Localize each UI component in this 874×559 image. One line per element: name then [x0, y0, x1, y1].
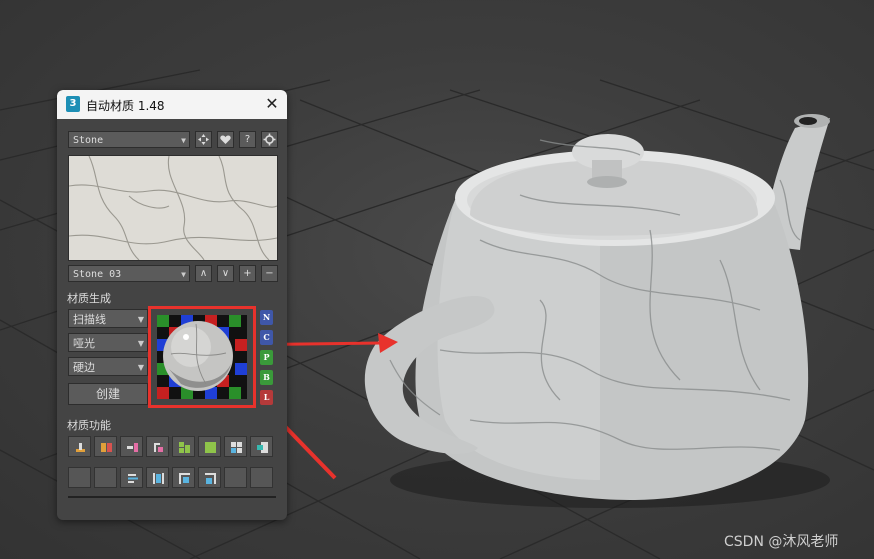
settings-button[interactable]: [261, 131, 278, 148]
color-map-button[interactable]: C: [260, 330, 273, 345]
progress-bar: [68, 496, 276, 498]
grid-blue-icon: [231, 442, 242, 453]
tool-button-9[interactable]: [120, 467, 143, 488]
tool-button-5[interactable]: [172, 436, 195, 457]
tool-button-12[interactable]: [198, 467, 221, 488]
columns-icon: [153, 473, 164, 484]
chevron-down-icon: ▼: [137, 315, 144, 324]
tool-button-8[interactable]: [250, 436, 273, 457]
renderer-value: 扫描线: [73, 313, 106, 326]
add-material-button[interactable]: +: [239, 265, 256, 282]
shading-dropdown[interactable]: 哑光 ▼: [68, 333, 148, 352]
teapot[interactable]: [364, 114, 830, 508]
tool-button-7[interactable]: [224, 436, 247, 457]
category-dropdown[interactable]: Stone ▼: [68, 131, 190, 148]
favorite-button[interactable]: [217, 131, 234, 148]
tool-button-4[interactable]: [146, 436, 169, 457]
app-icon: 3: [66, 96, 80, 112]
insert-icon: [127, 443, 138, 452]
title-bar[interactable]: 3 自动材质 1.48 ✕: [57, 90, 287, 119]
bump-map-button[interactable]: B: [260, 370, 273, 385]
category-value: Stone: [73, 135, 104, 146]
l-map-button[interactable]: L: [260, 390, 273, 405]
functions-section-label: 材质功能: [67, 419, 111, 432]
corner-icon: [154, 443, 163, 452]
tool-button-6[interactable]: [198, 436, 221, 457]
remove-material-button[interactable]: −: [261, 265, 278, 282]
align-left-icon: [128, 474, 138, 483]
tool-button-empty-2[interactable]: [94, 467, 117, 488]
split-icon: [101, 443, 112, 452]
previous-material-button[interactable]: ∧: [195, 265, 212, 282]
chevron-down-icon: ▼: [137, 339, 144, 348]
teal-block-icon: [257, 442, 268, 453]
move-icon: [198, 134, 209, 145]
normal-map-button[interactable]: N: [260, 310, 273, 325]
tool-button-empty-3[interactable]: [224, 467, 247, 488]
tool-button-empty-1[interactable]: [68, 467, 91, 488]
tool-button-1[interactable]: [68, 436, 91, 457]
material-sphere-swatch[interactable]: [148, 306, 256, 408]
tool-button-11[interactable]: [172, 467, 195, 488]
square-green-icon: [205, 442, 216, 453]
settings-icon: [263, 133, 276, 146]
tool-button-empty-4[interactable]: [250, 467, 273, 488]
next-material-button[interactable]: ∨: [217, 265, 234, 282]
renderer-dropdown[interactable]: 扫描线 ▼: [68, 309, 148, 328]
heart-icon: [220, 135, 231, 144]
create-button[interactable]: 创建: [68, 383, 148, 405]
shading-value: 哑光: [73, 337, 95, 350]
auto-material-panel: 3 自动材质 1.48 ✕ Stone ▼ ? Stone 03 ▼ ∧ ∨ +…: [57, 90, 287, 520]
watermark: CSDN @沐风老师: [724, 534, 839, 550]
tool-button-10[interactable]: [146, 467, 169, 488]
chevron-down-icon: ▼: [181, 136, 186, 145]
tool-button-2[interactable]: [94, 436, 117, 457]
generation-section-label: 材质生成: [67, 292, 111, 305]
move-button[interactable]: [195, 131, 212, 148]
close-button[interactable]: ✕: [262, 94, 282, 114]
grid-green-icon: [179, 442, 190, 453]
p-map-button[interactable]: P: [260, 350, 273, 365]
help-icon: ?: [244, 134, 251, 145]
material-value: Stone 03: [73, 269, 122, 280]
frame-icon: [179, 473, 190, 484]
help-button[interactable]: ?: [239, 131, 256, 148]
tool-button-3[interactable]: [120, 436, 143, 457]
material-dropdown[interactable]: Stone 03 ▼: [68, 265, 190, 282]
chevron-down-icon: ▼: [137, 363, 144, 372]
corner-blue-icon: [205, 473, 216, 484]
material-preview: [68, 155, 278, 261]
chevron-down-icon: ▼: [181, 270, 186, 279]
edges-value: 硬边: [73, 361, 95, 374]
align-bottom-icon: [76, 443, 85, 452]
edges-dropdown[interactable]: 硬边 ▼: [68, 357, 148, 376]
window-title: 自动材质 1.48: [86, 99, 165, 113]
